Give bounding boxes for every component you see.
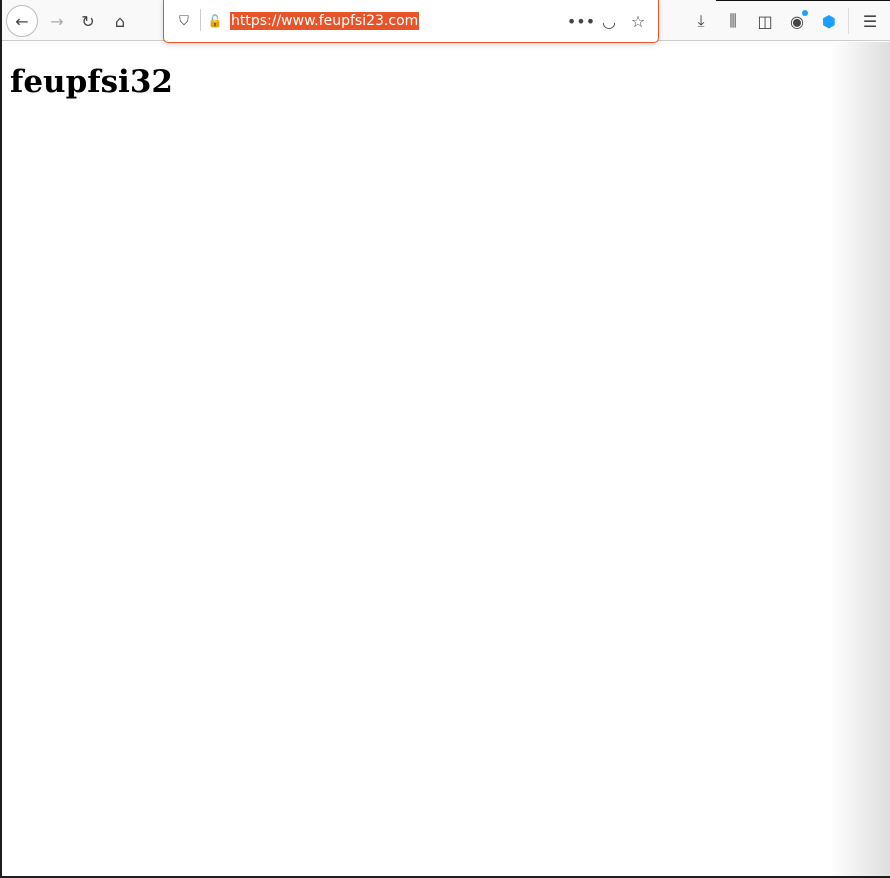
browser-window: ← → ↻ ⌂ ⛉ 🔓 https://www.feupfsi23.com ••… — [2, 0, 890, 876]
page-content: feupfsi32 — [2, 42, 890, 876]
pocket-icon: ◡ — [602, 11, 616, 31]
back-icon: ← — [15, 11, 29, 31]
menu-icon: ☰ — [862, 11, 878, 31]
sidebar-icon: ◫ — [757, 11, 773, 31]
downloads-button[interactable]: ⤓ — [688, 8, 714, 34]
home-icon: ⌂ — [114, 11, 126, 31]
toolbar: ← → ↻ ⌂ ⛉ 🔓 https://www.feupfsi23.com ••… — [2, 0, 890, 43]
sidebar-button[interactable]: ◫ — [752, 8, 778, 34]
more-icon: ••• — [566, 11, 596, 31]
site-info-button[interactable]: 🔓 — [202, 8, 228, 34]
insecure-lock-icon: 🔓 — [207, 14, 223, 28]
forward-button[interactable]: → — [44, 8, 70, 34]
menu-button[interactable]: ☰ — [857, 8, 883, 34]
star-icon: ☆ — [630, 11, 646, 31]
account-button[interactable]: ◉ — [784, 8, 810, 34]
shield-icon: ⛉ — [179, 13, 189, 29]
pocket-button[interactable]: ◡ — [596, 8, 622, 34]
reload-button[interactable]: ↻ — [75, 8, 101, 34]
library-button[interactable]: ⫼ — [720, 8, 746, 34]
library-icon: ⫼ — [729, 11, 737, 30]
extension-icon: ⬢ — [822, 11, 836, 31]
extension-button[interactable]: ⬢ — [816, 8, 842, 34]
back-button[interactable]: ← — [6, 5, 38, 37]
url-bar[interactable]: ⛉ 🔓 https://www.feupfsi23.com ••• ◡ ☆ — [163, 0, 659, 43]
bookmark-button[interactable]: ☆ — [625, 8, 651, 34]
tracking-protection-button[interactable]: ⛉ — [171, 8, 197, 34]
forward-icon: → — [50, 11, 64, 31]
page-heading: feupfsi32 — [10, 64, 173, 100]
url-text[interactable]: https://www.feupfsi23.com — [230, 12, 420, 30]
reload-icon: ↻ — [81, 11, 95, 31]
home-button[interactable]: ⌂ — [107, 8, 133, 34]
download-icon: ⤓ — [697, 11, 705, 30]
page-actions-button[interactable]: ••• — [566, 8, 596, 34]
